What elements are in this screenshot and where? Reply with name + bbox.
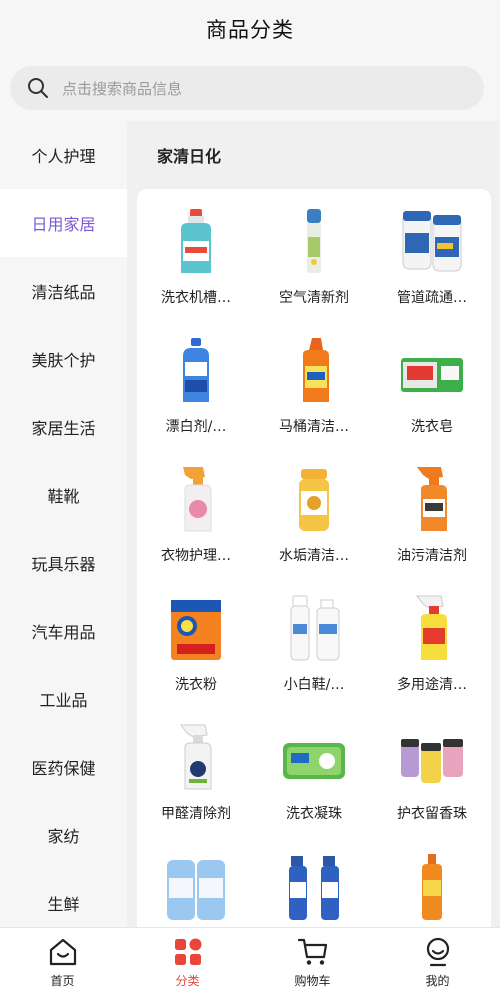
- product-name: 护衣留香珠: [397, 806, 467, 822]
- product-item[interactable]: 护衣留香珠: [373, 723, 491, 852]
- sidebar-item-daily-home[interactable]: 日用家居: [0, 189, 127, 257]
- product-item[interactable]: 洗衣粉: [137, 594, 255, 723]
- product-item[interactable]: 小白鞋/…: [255, 594, 373, 723]
- product-image: [161, 852, 231, 922]
- product-name: 马桶清洁…: [279, 419, 349, 435]
- product-image: [161, 465, 231, 535]
- page-title: 商品分类: [206, 18, 294, 42]
- product-image: [397, 465, 467, 535]
- product-name: 小白鞋/…: [283, 677, 345, 693]
- product-name: 水垢清洁…: [279, 548, 349, 564]
- sidebar-item-toys[interactable]: 玩具乐器: [0, 529, 127, 597]
- product-name: 空气清新剂: [279, 290, 349, 306]
- profile-icon: [426, 937, 449, 967]
- sidebar-item-shoes[interactable]: 鞋靴: [0, 461, 127, 529]
- category-content: 家清日化 洗衣机槽… 空气清新剂 管道疏通… 漂白剂/… 马桶清洁… 洗衣皂 衣…: [127, 121, 500, 927]
- tab-profile-label: 我的: [425, 974, 450, 988]
- product-item[interactable]: [137, 852, 255, 927]
- product-name: 油污清洁剂: [397, 548, 467, 564]
- product-name: 漂白剂/…: [165, 419, 227, 435]
- product-item[interactable]: 多用途清…: [373, 594, 491, 723]
- product-image: [397, 594, 467, 664]
- product-item[interactable]: [373, 852, 491, 927]
- sidebar-item-fresh[interactable]: 生鲜: [0, 869, 127, 927]
- search-bar[interactable]: 点击搜索商品信息: [10, 66, 484, 110]
- product-image: [279, 723, 349, 793]
- product-name: 洗衣凝珠: [286, 806, 342, 822]
- product-item[interactable]: 水垢清洁…: [255, 465, 373, 594]
- product-item[interactable]: 空气清新剂: [255, 207, 373, 336]
- product-grid: 洗衣机槽… 空气清新剂 管道疏通… 漂白剂/… 马桶清洁… 洗衣皂 衣物护理… …: [137, 207, 491, 927]
- header: 商品分类: [0, 0, 500, 58]
- tab-profile[interactable]: 我的: [393, 936, 483, 989]
- product-image: [279, 594, 349, 664]
- product-image: [279, 336, 349, 406]
- category-sidebar: 个人护理 日用家居 清洁纸品 美肤个护 家居生活 鞋靴 玩具乐器 汽车用品 工业…: [0, 121, 127, 927]
- sidebar-item-home-living[interactable]: 家居生活: [0, 393, 127, 461]
- product-item[interactable]: 漂白剂/…: [137, 336, 255, 465]
- sidebar-item-auto[interactable]: 汽车用品: [0, 597, 127, 665]
- product-item[interactable]: 洗衣机槽…: [137, 207, 255, 336]
- product-item[interactable]: 甲醛清除剂: [137, 723, 255, 852]
- product-image: [161, 594, 231, 664]
- tab-home-label: 首页: [50, 974, 75, 988]
- bottom-tab-bar: 首页 分类 购物车 我的: [0, 927, 500, 1004]
- sidebar-item-health[interactable]: 医药保健: [0, 733, 127, 801]
- product-item[interactable]: 油污清洁剂: [373, 465, 491, 594]
- product-item[interactable]: 洗衣皂: [373, 336, 491, 465]
- search-icon: [28, 78, 48, 98]
- sidebar-item-personal-care[interactable]: 个人护理: [0, 121, 127, 189]
- search-placeholder: 点击搜索商品信息: [62, 79, 183, 98]
- product-image: [161, 336, 231, 406]
- product-image: [161, 207, 231, 277]
- product-image: [279, 207, 349, 277]
- sidebar-item-industrial[interactable]: 工业品: [0, 665, 127, 733]
- product-name: 洗衣皂: [411, 419, 453, 435]
- product-item[interactable]: 管道疏通…: [373, 207, 491, 336]
- product-image: [397, 852, 467, 922]
- product-name: 洗衣粉: [175, 677, 217, 693]
- product-item[interactable]: 洗衣凝珠: [255, 723, 373, 852]
- tab-cart-label: 购物车: [294, 974, 331, 988]
- tab-category-label: 分类: [175, 974, 200, 988]
- product-image: [397, 207, 467, 277]
- sidebar-item-skin-care[interactable]: 美肤个护: [0, 325, 127, 393]
- product-name: 洗衣机槽…: [161, 290, 231, 306]
- tab-home[interactable]: 首页: [18, 936, 108, 989]
- product-image: [397, 723, 467, 793]
- sidebar-item-cleaning-paper[interactable]: 清洁纸品: [0, 257, 127, 325]
- sidebar-item-textiles[interactable]: 家纺: [0, 801, 127, 869]
- product-panel: 洗衣机槽… 空气清新剂 管道疏通… 漂白剂/… 马桶清洁… 洗衣皂 衣物护理… …: [137, 189, 491, 927]
- product-image: [279, 465, 349, 535]
- tab-category[interactable]: 分类: [143, 936, 233, 989]
- category-icon: [174, 938, 201, 965]
- product-item[interactable]: [255, 852, 373, 927]
- product-name: 多用途清…: [397, 677, 467, 693]
- home-icon: [49, 938, 76, 966]
- cart-icon: [297, 938, 327, 965]
- category-title: 家清日化: [157, 147, 222, 166]
- tab-cart[interactable]: 购物车: [268, 936, 358, 989]
- product-name: 衣物护理…: [161, 548, 231, 564]
- product-image: [397, 336, 467, 406]
- product-name: 管道疏通…: [397, 290, 467, 306]
- product-image: [279, 852, 349, 922]
- product-name: 甲醛清除剂: [161, 806, 231, 822]
- product-item[interactable]: 衣物护理…: [137, 465, 255, 594]
- product-image: [161, 723, 231, 793]
- product-item[interactable]: 马桶清洁…: [255, 336, 373, 465]
